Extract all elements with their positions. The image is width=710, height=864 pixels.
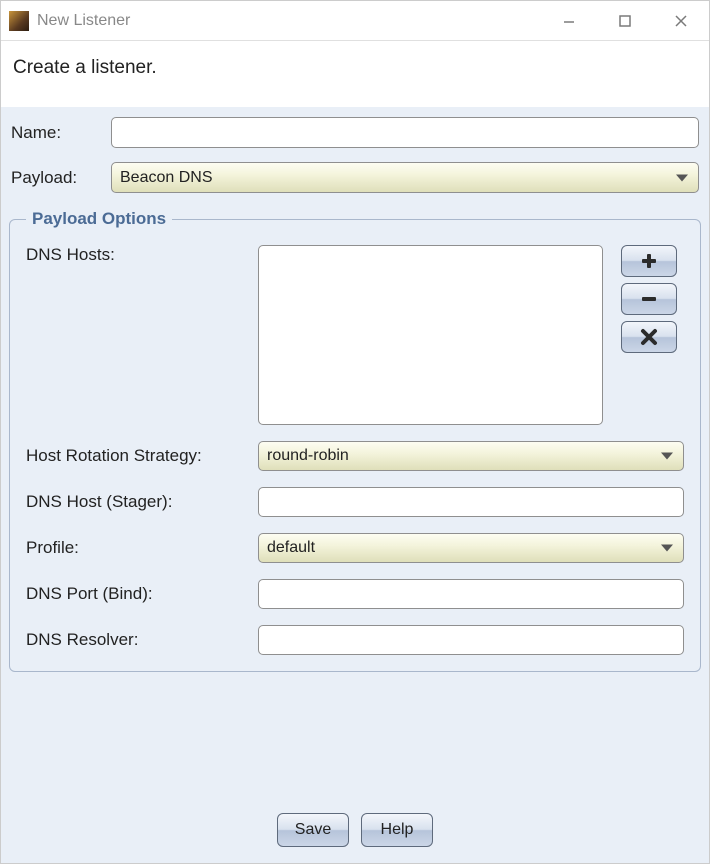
dns-resolver-label: DNS Resolver: (26, 630, 248, 650)
payload-select-value: Beacon DNS (120, 169, 213, 187)
plus-icon (640, 252, 658, 270)
payload-options-group: Payload Options DNS Hosts: Host Rotation… (9, 209, 701, 672)
close-button[interactable] (653, 1, 709, 41)
host-rotation-label: Host Rotation Strategy: (26, 446, 248, 466)
help-button[interactable]: Help (361, 813, 433, 847)
app-icon (9, 11, 29, 31)
window-title: New Listener (37, 12, 130, 30)
clear-hosts-button[interactable] (621, 321, 677, 353)
add-host-button[interactable] (621, 245, 677, 277)
payload-label: Payload: (11, 168, 103, 188)
x-icon (640, 328, 658, 346)
payload-options-legend: Payload Options (26, 209, 172, 229)
close-icon (674, 14, 688, 28)
name-input[interactable] (111, 117, 699, 148)
save-button[interactable]: Save (277, 813, 349, 847)
minus-icon (640, 290, 658, 308)
dns-hosts-list[interactable] (258, 245, 603, 425)
dns-host-stager-input[interactable] (258, 487, 684, 517)
payload-select[interactable]: Beacon DNS (111, 162, 699, 193)
name-label: Name: (11, 123, 103, 143)
profile-select[interactable]: default (258, 533, 684, 563)
host-rotation-select[interactable]: round-robin (258, 441, 684, 471)
dns-port-bind-input[interactable] (258, 579, 684, 609)
dns-hosts-label: DNS Hosts: (26, 245, 248, 265)
maximize-button[interactable] (597, 1, 653, 41)
remove-host-button[interactable] (621, 283, 677, 315)
profile-label: Profile: (26, 538, 248, 558)
window-titlebar: New Listener (1, 1, 709, 41)
profile-value: default (267, 539, 315, 557)
dialog-footer: Save Help (1, 799, 709, 863)
minimize-icon (562, 14, 576, 28)
minimize-button[interactable] (541, 1, 597, 41)
maximize-icon (618, 14, 632, 28)
instruction-banner: Create a listener. (1, 41, 709, 107)
dns-port-bind-label: DNS Port (Bind): (26, 584, 248, 604)
dns-host-stager-label: DNS Host (Stager): (26, 492, 248, 512)
host-rotation-value: round-robin (267, 447, 349, 465)
dns-resolver-input[interactable] (258, 625, 684, 655)
